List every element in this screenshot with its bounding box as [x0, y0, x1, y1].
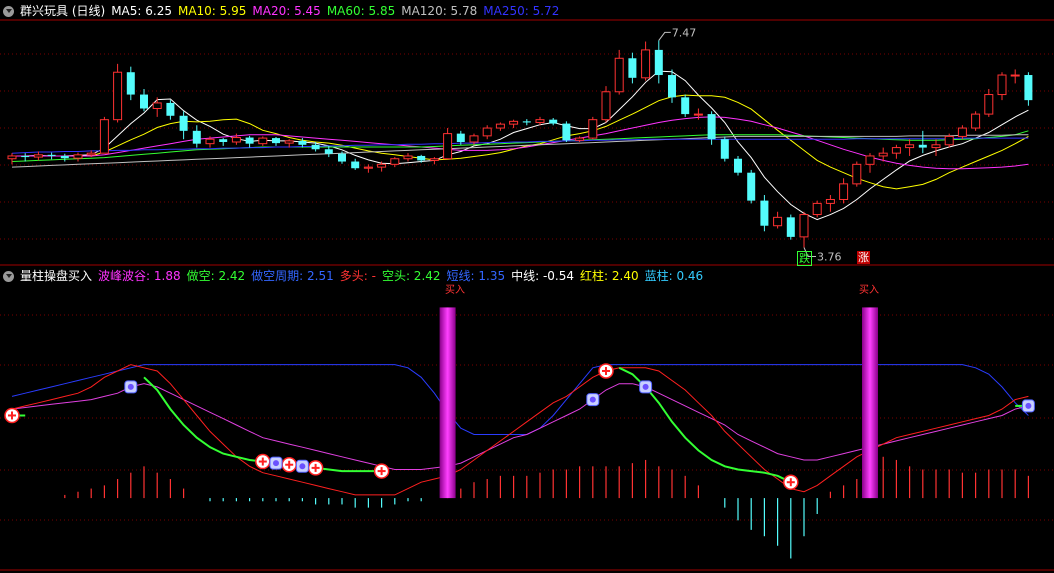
- candle-body: [825, 198, 835, 204]
- flower-marker-center: [1025, 402, 1032, 409]
- candle-body: [179, 115, 188, 131]
- candle-body: [628, 58, 637, 78]
- candle-body: [549, 119, 558, 124]
- buy-tag-2: 买入: [859, 285, 879, 296]
- candle-body: [417, 155, 426, 161]
- magenta-signal-bar: [862, 307, 878, 499]
- low-price-label: 3.76: [817, 250, 842, 263]
- candle-body: [482, 127, 492, 137]
- candle-body: [1024, 75, 1033, 101]
- candle-body: [21, 155, 30, 158]
- candle-body: [601, 91, 611, 121]
- candle-body: [403, 155, 413, 160]
- candle-body: [668, 75, 676, 98]
- candle-body: [509, 120, 519, 125]
- fall-tag: 跌: [797, 251, 812, 266]
- candle-body: [60, 155, 69, 159]
- candle-body: [588, 119, 598, 139]
- candle-body: [734, 158, 742, 173]
- high-pointer: [658, 31, 671, 41]
- candle-body: [338, 153, 346, 162]
- candle-body: [86, 152, 96, 156]
- candle-body: [681, 97, 690, 115]
- candle-body: [231, 137, 241, 143]
- candle-body: [865, 155, 875, 165]
- candle-body: [575, 137, 585, 141]
- candle-body: [812, 202, 822, 216]
- candle-body: [997, 74, 1007, 96]
- candle-body: [654, 49, 663, 76]
- candle-body: [126, 72, 135, 95]
- candle-body: [429, 158, 439, 161]
- candle-body: [456, 133, 465, 142]
- candle-body: [984, 94, 994, 115]
- candle-body: [140, 94, 148, 109]
- candle-body: [495, 123, 505, 129]
- candle-body: [905, 144, 915, 149]
- flower-marker-center: [299, 463, 306, 470]
- candle-body: [799, 214, 809, 238]
- candle-body: [324, 149, 333, 154]
- candle-body: [311, 144, 320, 150]
- candle-body: [272, 138, 280, 144]
- magenta-signal-bar: [439, 307, 456, 499]
- candle-body: [891, 147, 901, 154]
- chart-canvas[interactable]: 7.47 3.76: [0, 0, 1054, 573]
- candle-body: [7, 155, 17, 160]
- candle-body: [298, 140, 307, 145]
- candle-body: [443, 133, 453, 160]
- candle-body: [152, 102, 162, 110]
- ma-line-ma120: [11, 134, 1029, 168]
- candle-body: [614, 57, 624, 93]
- candle-body: [113, 71, 123, 121]
- candle-body: [245, 137, 254, 144]
- candle-body: [944, 135, 954, 146]
- candle-body: [562, 123, 571, 141]
- candle-body: [1010, 74, 1020, 77]
- candle-body: [931, 144, 941, 149]
- candle-body: [707, 114, 716, 140]
- high-price-label: 7.47: [672, 26, 697, 39]
- candle-body: [351, 161, 360, 169]
- candle-body: [47, 154, 56, 156]
- candle-body: [535, 119, 545, 123]
- rise-tag: 涨: [857, 251, 870, 264]
- flower-marker-center: [589, 396, 596, 403]
- candle-body: [99, 119, 109, 154]
- flower-marker-center: [642, 383, 649, 390]
- flower-marker-center: [127, 383, 134, 390]
- candle-body: [469, 135, 479, 143]
- candle-body: [205, 138, 215, 145]
- candle-body: [957, 127, 967, 137]
- candle-body: [878, 152, 888, 157]
- candle-body: [693, 113, 703, 116]
- candle-body: [284, 140, 294, 144]
- candle-body: [219, 139, 228, 142]
- candle-body: [363, 166, 373, 169]
- candle-body: [377, 163, 387, 168]
- candle-body: [720, 139, 729, 159]
- candle-body: [33, 154, 43, 158]
- candle-body: [390, 158, 400, 165]
- candle-body: [641, 49, 651, 79]
- candle-body: [747, 172, 756, 201]
- candle-body: [773, 216, 783, 227]
- candle-body: [73, 154, 83, 159]
- candle-body: [166, 102, 175, 116]
- candle-body: [522, 121, 531, 123]
- candle-body: [918, 144, 927, 148]
- candle-body: [192, 130, 201, 144]
- candle-body: [839, 183, 849, 200]
- candle-body: [786, 217, 795, 237]
- candle-body: [760, 200, 769, 226]
- buy-tag-1: 买入: [445, 285, 465, 296]
- flower-marker-center: [273, 460, 279, 467]
- candle-body: [971, 113, 981, 129]
- ma-line-ma60: [11, 130, 1029, 162]
- candle-body: [852, 163, 862, 185]
- candle-body: [258, 137, 268, 145]
